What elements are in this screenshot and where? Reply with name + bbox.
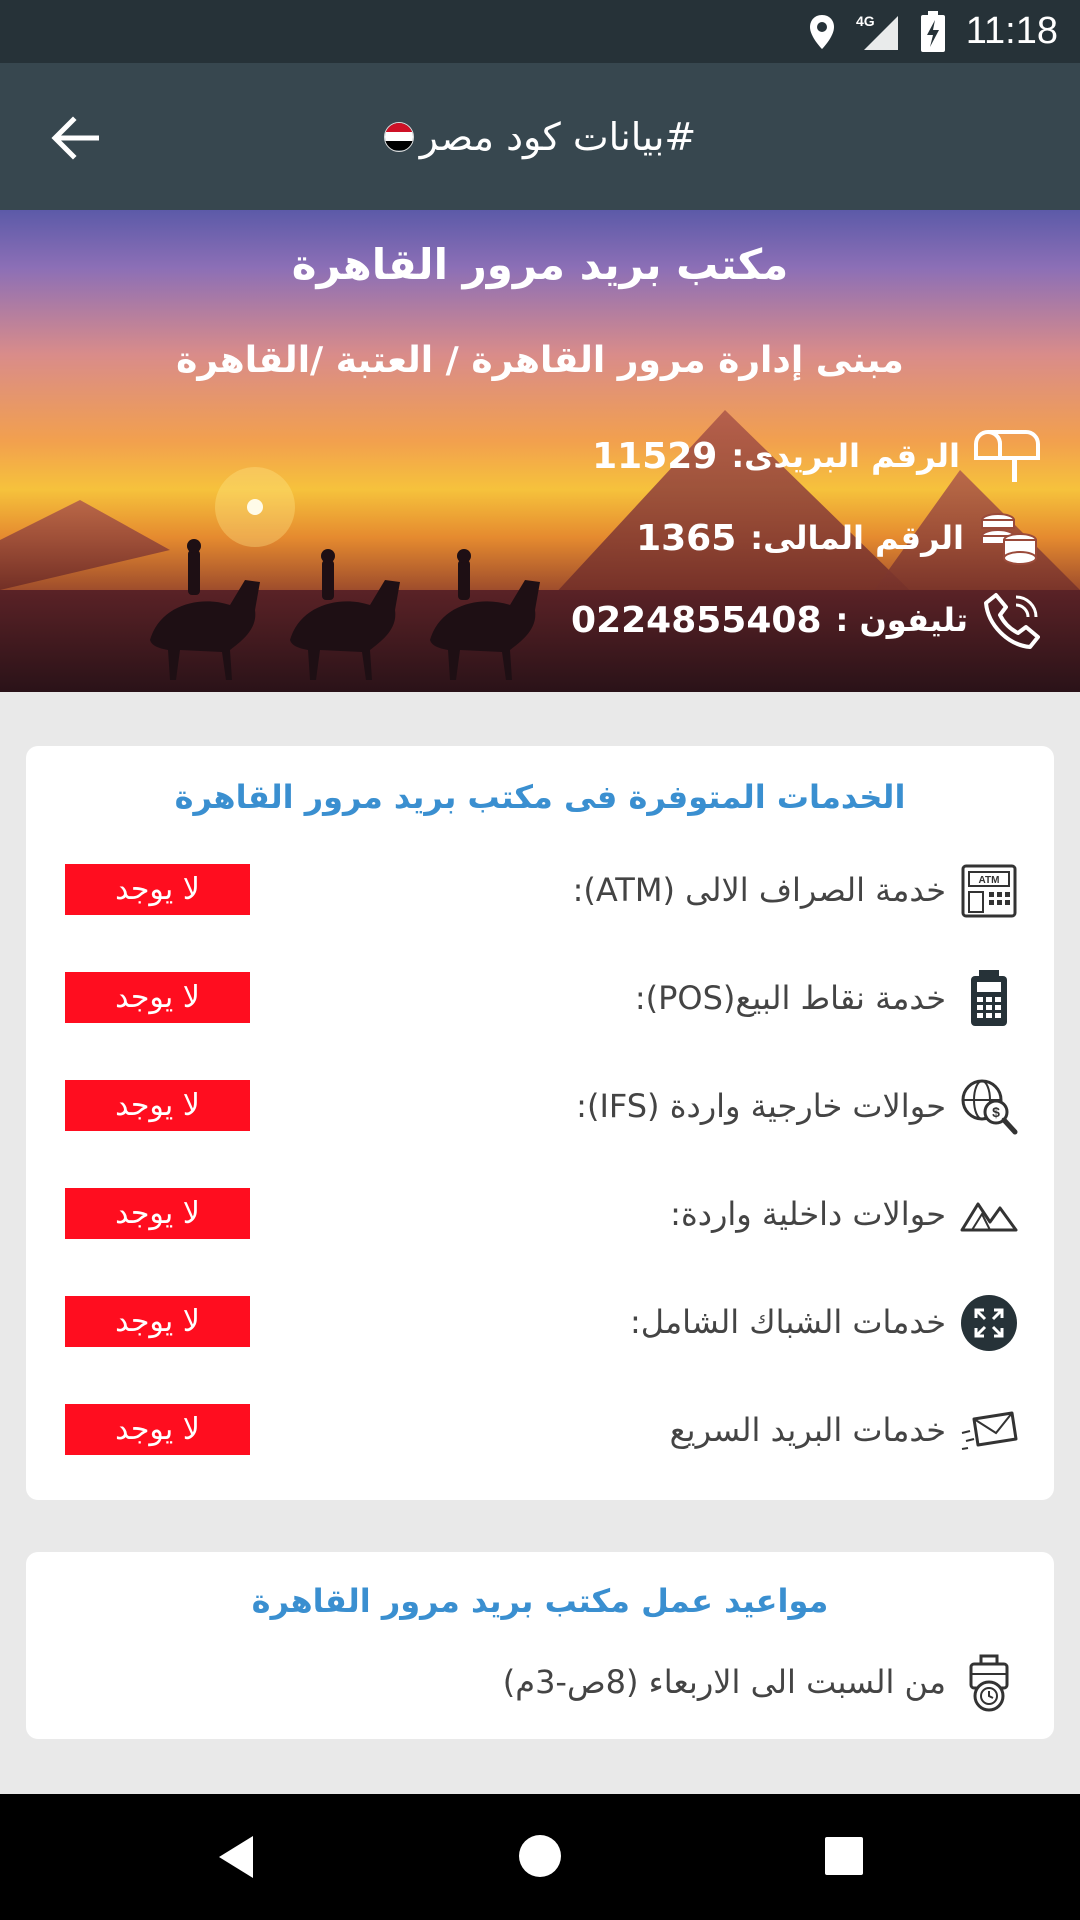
briefcase-clock-icon (960, 1654, 1018, 1712)
service-label: خدمات الشباك الشامل: (630, 1303, 946, 1341)
battery-charging-icon (920, 10, 945, 52)
location-icon (809, 14, 834, 49)
service-row-atm: ATM خدمة الصراف الالى (ATM): لا يوجد (26, 860, 1054, 920)
working-hours-card: مواعيد عمل مكتب بريد مرور القاهرة من الس… (26, 1552, 1054, 1739)
service-label: خدمة الصراف الالى (ATM): (572, 871, 946, 909)
svg-text:$: $ (992, 1104, 1000, 1120)
working-hours-title: مواعيد عمل مكتب بريد مرور القاهرة (251, 1582, 829, 1620)
service-label: حوالات داخلية واردة: (670, 1195, 946, 1233)
mailbox-icon (974, 429, 1040, 482)
service-label: حوالات خارجية واردة (IFS): (576, 1087, 946, 1125)
service-row-one-window: خدمات الشباك الشامل: لا يوجد (26, 1292, 1054, 1352)
phone-icon (984, 593, 1040, 649)
status-bar: 4G 11:18 (0, 0, 1080, 63)
working-hours-text: من السبت الى الاربعاء (8ص-3م) (502, 1663, 946, 1701)
svg-text:4G: 4G (856, 13, 875, 29)
back-triangle-icon[interactable] (215, 1834, 255, 1880)
pos-terminal-icon (960, 970, 1018, 1028)
system-nav-bar (0, 1794, 1080, 1920)
service-row-ifs: $ حوالات خارجية واردة (IFS): لا يوجد (26, 1076, 1054, 1136)
working-hours-row: من السبت الى الاربعاء (8ص-3م) (26, 1652, 1054, 1712)
service-row-express: خدمات البريد السريع لا يوجد (26, 1400, 1054, 1460)
service-row-pos: خدمة نقاط البيع(POS): لا يوجد (26, 968, 1054, 1028)
financial-code-label: الرقم المالى: (750, 519, 964, 557)
status-badge: لا يوجد (65, 1080, 250, 1131)
expand-arrows-icon (960, 1294, 1018, 1352)
fast-mail-icon (960, 1402, 1018, 1460)
status-badge: لا يوجد (65, 1404, 250, 1455)
app-title-text: #بيانات كود مصر (419, 114, 697, 159)
signal-icon: 4G (856, 13, 898, 50)
financial-code-value: 1365 (636, 517, 737, 559)
office-address: مبنى إدارة مرور القاهرة / العتبة /القاهر… (176, 340, 904, 381)
postal-code-value: 11529 (592, 435, 718, 477)
service-row-domestic: حوالات داخلية واردة: لا يوجد (26, 1184, 1054, 1244)
office-header: مكتب بريد مرور القاهرة مبنى إدارة مرور ا… (0, 210, 1080, 692)
status-badge: لا يوجد (65, 972, 250, 1023)
status-badge: لا يوجد (65, 1296, 250, 1347)
phone-row[interactable]: تليفون : 0224855408 (571, 590, 1040, 650)
status-time: 11:18 (965, 10, 1058, 52)
app-title: #بيانات كود مصر (0, 63, 1080, 210)
office-name: مكتب بريد مرور القاهرة (291, 240, 789, 289)
egypt-flag-icon (383, 121, 414, 152)
home-circle-icon[interactable] (518, 1834, 562, 1878)
recents-square-icon[interactable] (824, 1836, 864, 1876)
service-label: خدمة نقاط البيع(POS): (634, 979, 946, 1017)
phone-label: تليفون : (835, 601, 968, 639)
service-label: خدمات البريد السريع (669, 1411, 946, 1449)
mountains-icon (960, 1186, 1018, 1244)
svg-text:ATM: ATM (979, 875, 1000, 886)
status-badge: لا يوجد (65, 1188, 250, 1239)
status-badge: لا يوجد (65, 864, 250, 915)
services-card: الخدمات المتوفرة فى مكتب بريد مرور القاه… (26, 746, 1054, 1500)
globe-money-icon: $ (960, 1078, 1018, 1136)
atm-icon: ATM (960, 862, 1018, 920)
financial-code-row: الرقم المالى: 1365 (636, 508, 1040, 568)
coins-stack-icon (981, 513, 1037, 565)
postal-code-row: الرقم البريدى: 11529 (592, 426, 1040, 486)
postal-code-label: الرقم البريدى: (731, 437, 960, 475)
app-bar: #بيانات كود مصر (0, 63, 1080, 210)
services-title: الخدمات المتوفرة فى مكتب بريد مرور القاه… (174, 778, 906, 816)
phone-value[interactable]: 0224855408 (571, 600, 822, 641)
